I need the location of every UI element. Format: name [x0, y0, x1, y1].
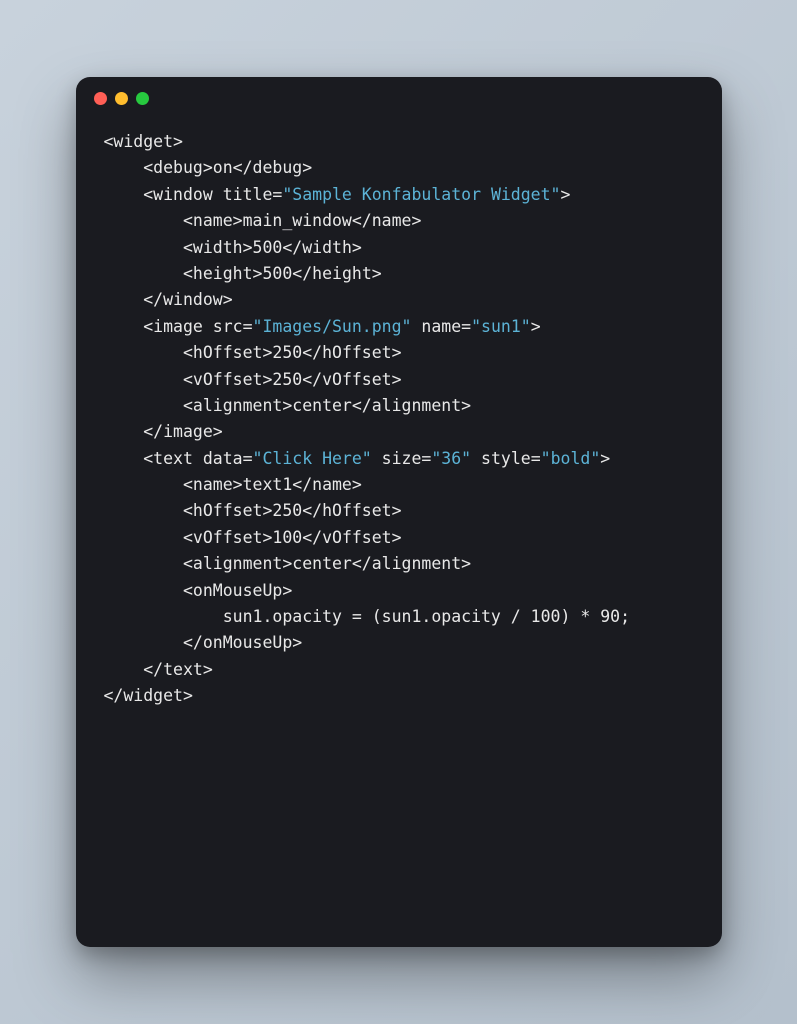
- code-token-tag: </name>: [352, 211, 422, 230]
- code-token-tag: </alignment>: [352, 396, 471, 415]
- code-token-tag: </hOffset>: [302, 343, 401, 362]
- code-token-tag: </name>: [292, 475, 362, 494]
- code-token-tag: <height>: [183, 264, 262, 283]
- titlebar: [76, 77, 722, 119]
- code-token-tag: <debug>: [143, 158, 213, 177]
- code-token-tag: </vOffset>: [302, 370, 401, 389]
- code-token-txt: 250: [272, 501, 302, 520]
- code-token-tag: </widget>: [104, 686, 193, 705]
- code-token-tag: <image src=: [143, 317, 252, 336]
- code-token-txt: 500: [253, 238, 283, 257]
- code-token-tag: </height>: [292, 264, 381, 283]
- close-icon[interactable]: [94, 92, 107, 105]
- code-token-tag: >: [531, 317, 541, 336]
- code-token-tag: </image>: [143, 422, 222, 441]
- code-token-tag: </onMouseUp>: [183, 633, 302, 652]
- code-token-tag: <hOffset>: [183, 343, 272, 362]
- code-token-txt: 100: [272, 528, 302, 547]
- code-token-txt: 250: [272, 370, 302, 389]
- stage: <widget> <debug>on</debug> <window title…: [0, 0, 797, 1024]
- code-token-tag: <vOffset>: [183, 370, 272, 389]
- code-token-tag: <alignment>: [183, 396, 292, 415]
- code-token-tag: </window>: [143, 290, 232, 309]
- code-token-txt: center: [292, 554, 352, 573]
- zoom-icon[interactable]: [136, 92, 149, 105]
- code-token-tag: <onMouseUp>: [183, 581, 292, 600]
- code-token-tag: <text data=: [143, 449, 252, 468]
- code-token-tag: <alignment>: [183, 554, 292, 573]
- code-token-tag: >: [560, 185, 570, 204]
- code-token-tag: </hOffset>: [302, 501, 401, 520]
- code-token-tag: </width>: [282, 238, 361, 257]
- code-token-str: "36": [431, 449, 471, 468]
- code-token-tag: <window title=: [143, 185, 282, 204]
- code-token-tag: <name>: [183, 211, 243, 230]
- code-token-tag: <widget>: [104, 132, 183, 151]
- code-token-tag: </alignment>: [352, 554, 471, 573]
- code-token-txt: 250: [272, 343, 302, 362]
- code-token-str: "Images/Sun.png": [253, 317, 412, 336]
- code-token-txt: text1: [243, 475, 293, 494]
- code-token-tag: <vOffset>: [183, 528, 272, 547]
- code-token-tag: </vOffset>: [302, 528, 401, 547]
- code-token-str: "bold": [541, 449, 601, 468]
- code-token-txt: on: [213, 158, 233, 177]
- code-editor[interactable]: <widget> <debug>on</debug> <window title…: [76, 119, 722, 738]
- terminal-window: <widget> <debug>on</debug> <window title…: [76, 77, 722, 947]
- code-token-tag: <name>: [183, 475, 243, 494]
- minimize-icon[interactable]: [115, 92, 128, 105]
- code-token-tag: size=: [372, 449, 432, 468]
- code-token-tag: >: [600, 449, 610, 468]
- code-token-str: "Click Here": [253, 449, 372, 468]
- code-token-str: "sun1": [471, 317, 531, 336]
- code-token-str: "Sample Konfabulator Widget": [282, 185, 560, 204]
- code-token-tag: <hOffset>: [183, 501, 272, 520]
- code-token-tag: </debug>: [233, 158, 312, 177]
- code-token-tag: </text>: [143, 660, 213, 679]
- code-token-txt: sun1.opacity = (sun1.opacity / 100) * 90…: [223, 607, 630, 626]
- code-token-txt: main_window: [243, 211, 352, 230]
- code-token-tag: name=: [411, 317, 471, 336]
- code-token-txt: 500: [262, 264, 292, 283]
- code-token-txt: center: [292, 396, 352, 415]
- code-token-tag: style=: [471, 449, 541, 468]
- code-token-tag: <width>: [183, 238, 253, 257]
